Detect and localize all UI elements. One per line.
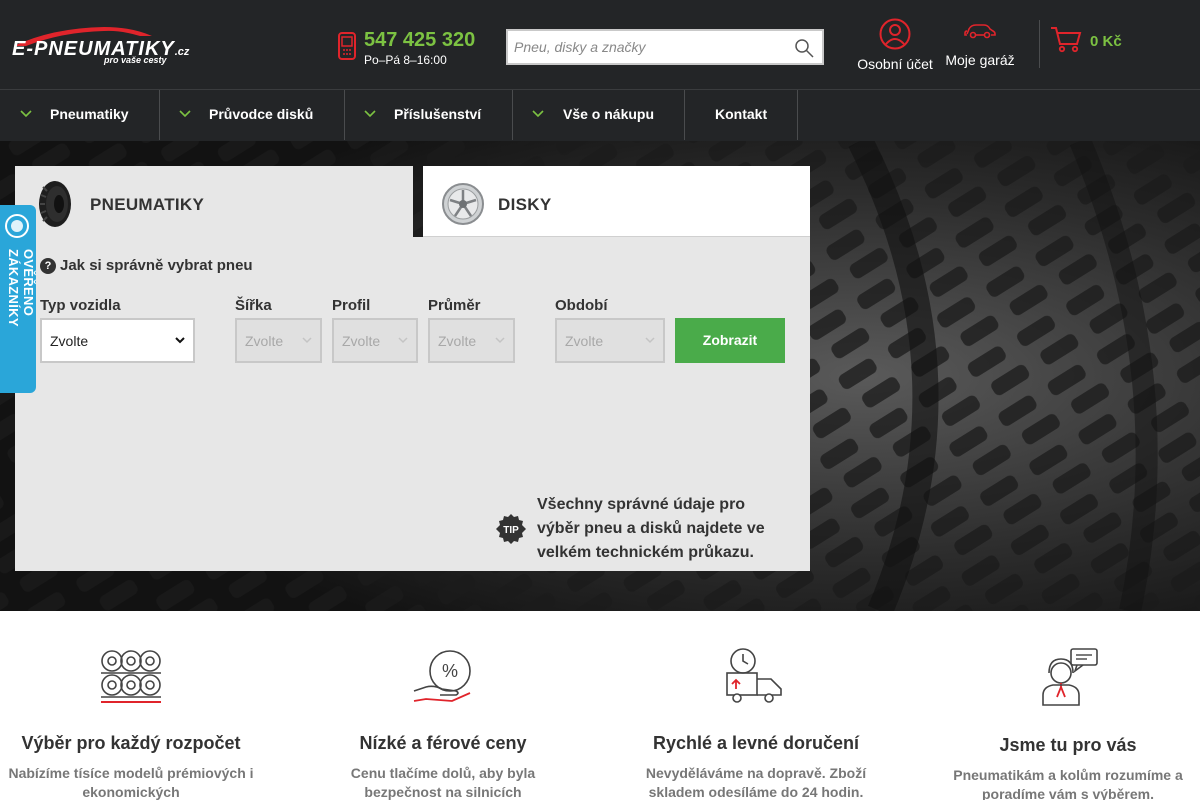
discount-hand-icon: %	[413, 650, 471, 702]
nav-item-label: Vše o nákupu	[563, 106, 655, 122]
tab-wheels-label: DISKY	[498, 195, 552, 214]
phone-number[interactable]: 547 425 320	[364, 29, 475, 52]
tyre-search-panel: ? Jak si správně vybrat pneu Typ vozidla …	[15, 237, 810, 571]
chevron-down-icon	[532, 110, 544, 118]
season-value: Zvolte	[565, 333, 604, 349]
nav-item-contact[interactable]: Kontakt	[685, 90, 798, 140]
search-input[interactable]	[514, 31, 784, 63]
profile-label: Profil	[332, 297, 371, 314]
wheel-rim-icon	[442, 183, 484, 225]
show-results-button[interactable]: Zobrazit	[675, 318, 785, 363]
chevron-down-icon	[20, 110, 32, 118]
search-box	[506, 29, 824, 65]
phone-hours: Po–Pá 8–16:00	[364, 53, 447, 67]
chevron-down-icon	[302, 337, 312, 344]
chevron-down-icon	[645, 337, 655, 344]
nav-item-label: Průvodce disků	[209, 106, 314, 122]
svg-text:%: %	[442, 661, 458, 681]
support-agent-icon	[1042, 648, 1098, 706]
account-label: Osobní účet	[857, 56, 933, 72]
feature-text: Nabízíme tísíce modelů prémiových i ekon…	[8, 765, 254, 800]
verified-badge[interactable]: OVĚŘENO ZÁKAZNÍKY	[0, 205, 36, 393]
feature-item: Jsme tu pro vás Pneumatikám a kolům rozu…	[938, 647, 1198, 800]
feature-title: Jsme tu pro vás	[999, 735, 1137, 755]
garage-label: Moje garáž	[945, 52, 1015, 68]
nav-item-tyres[interactable]: Pneumatiky	[0, 90, 160, 140]
main-nav: Pneumatiky Průvodce disků Příslušenství …	[0, 90, 1200, 141]
nav-item-wheels-guide[interactable]: Průvodce disků	[160, 90, 345, 140]
vehicle-type-select[interactable]: Zvolte	[40, 318, 195, 363]
chevron-down-icon	[364, 110, 376, 118]
season-select[interactable]: Zvolte	[555, 318, 665, 363]
header-divider	[1039, 20, 1040, 68]
tab-tyres-label: PNEUMATIKY	[90, 195, 205, 214]
vehicle-type-label: Typ vozidla	[40, 297, 121, 314]
profile-select[interactable]: Zvolte	[332, 318, 418, 363]
season-label: Období	[555, 297, 608, 314]
tab-tyres[interactable]: PNEUMATIKY	[15, 166, 413, 238]
chevron-down-icon	[175, 337, 185, 344]
cart-total: 0 Kč	[1090, 33, 1122, 50]
vehicle-type-value: Zvolte	[50, 333, 89, 349]
diameter-label: Průměr	[428, 297, 481, 314]
site-header: E-PNEUMATIKY.cz pro vaše cesty 547 425 3…	[0, 0, 1200, 90]
diameter-select[interactable]: Zvolte	[428, 318, 515, 363]
account-link[interactable]: Osobní účet	[852, 18, 938, 72]
delivery-truck-icon	[726, 648, 782, 703]
garage-link[interactable]: Moje garáž	[940, 22, 1020, 68]
tab-wheels[interactable]: DISKY	[423, 166, 810, 237]
tip-badge-text: TIP	[503, 525, 519, 536]
width-value: Zvolte	[245, 333, 284, 349]
search-tabs: PNEUMATIKY DISKY	[15, 166, 810, 238]
search-icon[interactable]	[794, 38, 814, 58]
tyre-stack-icon	[101, 650, 161, 703]
width-select[interactable]: Zvolte	[235, 318, 322, 363]
logo-slogan: pro vaše cesty	[104, 55, 167, 65]
feature-title: Výběr pro každý rozpočet	[21, 733, 241, 753]
diameter-value: Zvolte	[438, 333, 477, 349]
tyre-icon	[39, 181, 71, 227]
user-icon	[879, 18, 911, 50]
feature-item: Rychlé a levné doručení Nevyděláváme na …	[626, 647, 886, 800]
verified-badge-text: OVĚŘENO ZÁKAZNÍKY	[6, 249, 36, 327]
feature-item: Výběr pro každý rozpočet Nabízíme tísíce…	[1, 647, 261, 800]
feature-item: % Nízké a férové ceny Cenu tlačíme dolů,…	[313, 647, 573, 800]
feature-text: Cenu tlačíme dolů, aby byla bezpečnost n…	[350, 765, 536, 800]
cart-icon	[1051, 27, 1082, 53]
nav-item-label: Pneumatiky	[50, 106, 129, 122]
logo[interactable]: E-PNEUMATIKY.cz pro vaše cesty	[12, 24, 197, 68]
feature-title: Nízké a férové ceny	[359, 733, 527, 753]
chevron-down-icon	[179, 110, 191, 118]
nav-item-label: Kontakt	[715, 106, 768, 122]
chevron-down-icon	[495, 337, 505, 344]
help-icon: ?	[40, 258, 56, 274]
nav-item-shopping[interactable]: Vše o nákupu	[513, 90, 685, 140]
phone-icon	[338, 32, 356, 60]
howto-label: Jak si správně vybrat pneu	[60, 257, 253, 274]
features-section: Výběr pro každý rozpočet Nabízíme tísíce…	[0, 611, 1200, 800]
cart-link[interactable]: 0 Kč	[1050, 26, 1170, 56]
feature-title: Rychlé a levné doručení	[652, 733, 860, 753]
car-icon	[964, 24, 996, 39]
nav-item-accessories[interactable]: Příslušenství	[345, 90, 513, 140]
verified-seal-icon	[5, 214, 29, 238]
tip-text: Všechny správné údaje pro výběr pneu a d…	[537, 496, 765, 561]
tip-icon: TIP	[496, 514, 526, 544]
feature-text: Pneumatikám a kolům rozumíme a poradíme …	[953, 767, 1183, 800]
chevron-down-icon	[398, 337, 408, 344]
howto-link[interactable]: ? Jak si správně vybrat pneu	[40, 257, 253, 274]
width-label: Šířka	[235, 297, 272, 314]
feature-text: Nevyděláváme na dopravě. Zboží skladem o…	[645, 765, 867, 800]
profile-value: Zvolte	[342, 333, 381, 349]
nav-item-label: Příslušenství	[394, 106, 482, 122]
